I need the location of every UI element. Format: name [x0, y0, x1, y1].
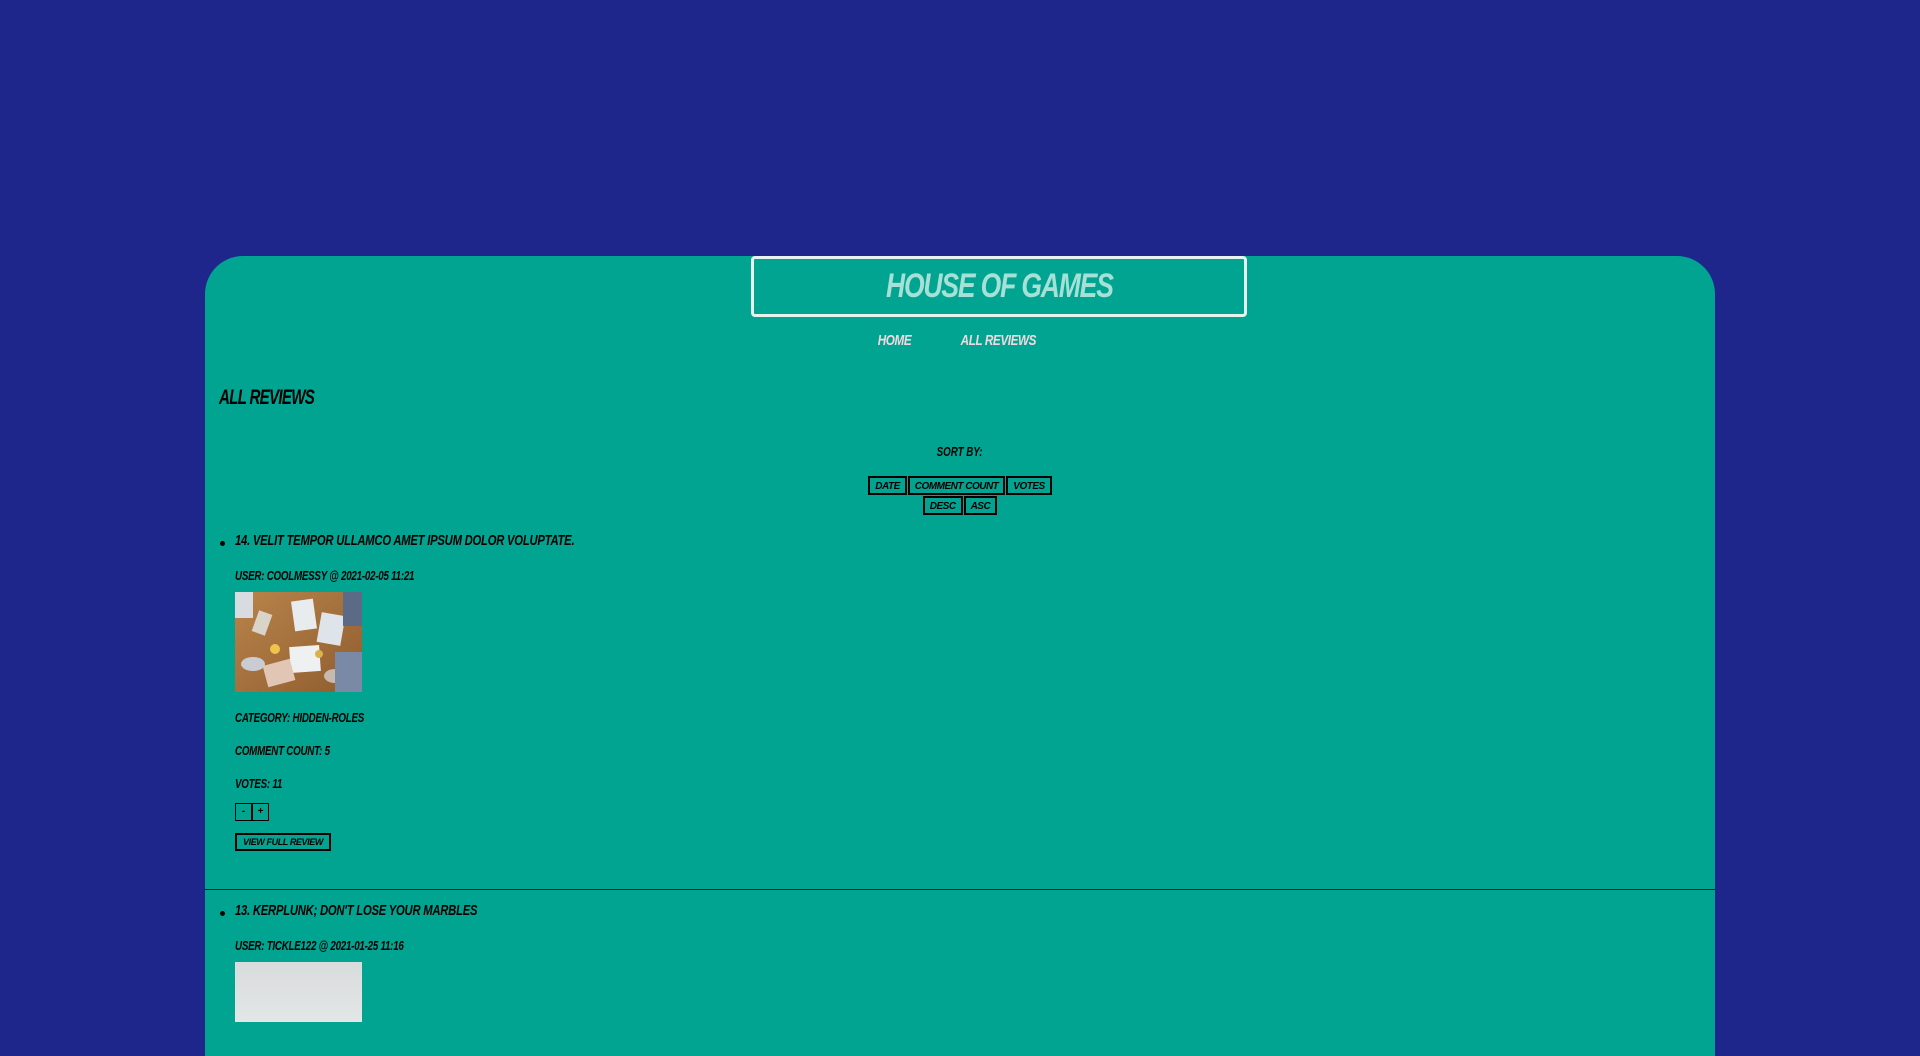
nav-home-link[interactable]: Home [878, 332, 912, 349]
sort-votes-button[interactable]: Votes [1006, 476, 1052, 495]
review-votes: Votes: 11 [235, 776, 283, 791]
review-card: 13. Kerplunk; Don't lose your marbles Us… [205, 902, 1715, 1022]
site-title-box: House of Games [751, 256, 1247, 317]
review-category: Category: hidden-roles [235, 710, 365, 725]
review-title: 14. Velit tempor ullamco amet ipsum dolo… [235, 532, 575, 549]
review-divider [205, 889, 1715, 890]
review-user-line: User: tickle122 @ 2021-01-25 11:16 [235, 938, 404, 953]
review-image [235, 592, 362, 692]
sort-field-buttons: Date Comment Count Votes [205, 476, 1715, 495]
downvote-button[interactable]: - [235, 803, 252, 821]
nav-all-reviews-link[interactable]: All Reviews [961, 332, 1037, 349]
main-nav: Home All Reviews [205, 332, 1715, 349]
order-asc-button[interactable]: Asc [963, 496, 998, 515]
review-comment-count: Comment Count: 5 [235, 743, 330, 758]
view-full-review-button[interactable]: View Full Review [235, 833, 331, 851]
review-card: 14. Velit tempor ullamco amet ipsum dolo… [205, 532, 1715, 851]
upvote-button[interactable]: + [252, 803, 269, 821]
vote-buttons: - + [235, 803, 1715, 821]
review-image [235, 962, 362, 1022]
review-list-continued: 13. Kerplunk; Don't lose your marbles Us… [205, 902, 1715, 1022]
review-title: 13. Kerplunk; Don't lose your marbles [235, 902, 478, 919]
sort-order-buttons: Desc Asc [205, 496, 1715, 515]
site-title: House of Games [885, 267, 1114, 305]
order-desc-button[interactable]: Desc [922, 496, 963, 515]
review-list: 14. Velit tempor ullamco amet ipsum dolo… [205, 532, 1715, 851]
sort-date-button[interactable]: Date [868, 476, 907, 495]
review-user-line: User: coolmessy @ 2021-02-05 11:21 [235, 568, 415, 583]
sort-label: Sort by: [937, 444, 983, 459]
main-panel: House of Games Home All Reviews All Revi… [205, 256, 1715, 1056]
page-title: All Reviews [219, 386, 315, 409]
list-bullet [220, 541, 225, 546]
sort-comment-count-button[interactable]: Comment Count [907, 476, 1006, 495]
list-bullet [220, 911, 225, 916]
